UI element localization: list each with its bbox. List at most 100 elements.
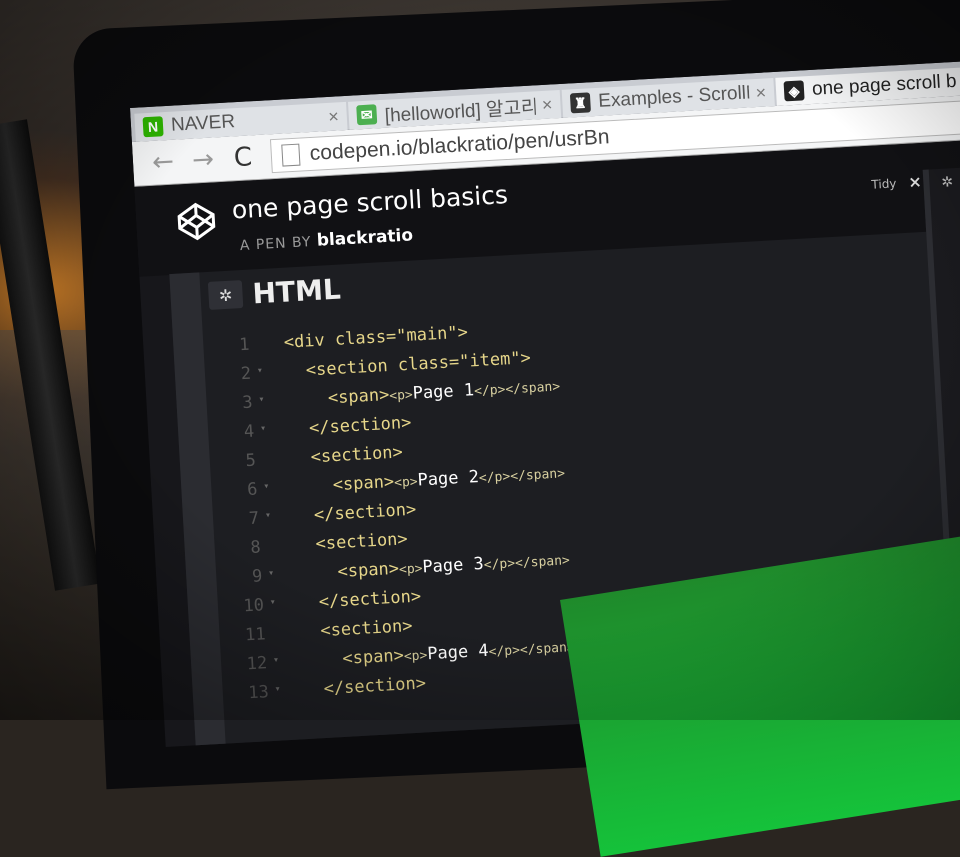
code-token: >: [457, 322, 469, 343]
editor-header: ✲ HTML: [207, 265, 342, 320]
address-text: codepen.io/blackratio/pen/usrBn: [309, 125, 611, 166]
code-token: </section>: [313, 499, 417, 525]
tab-close-icon[interactable]: ×: [328, 106, 340, 128]
byline-prefix: A PEN BY: [239, 234, 312, 255]
pen-title: one page scroll basics: [231, 180, 509, 225]
line-number-text: 8: [249, 536, 262, 558]
code-token: <section>: [315, 528, 409, 554]
settings-gear-icon[interactable]: ✲: [207, 280, 244, 310]
code-token: </span>: [509, 465, 566, 484]
tab-close-icon[interactable]: ×: [541, 94, 553, 116]
line-number: 12 ▾: [221, 652, 282, 675]
line-number: 10 ▾: [217, 594, 278, 617]
tab-close-icon[interactable]: ×: [755, 82, 767, 104]
code-token: <p>: [388, 387, 414, 404]
code-token: <p>: [393, 474, 419, 491]
naver-icon: N: [142, 116, 164, 138]
mail-icon: ✉: [356, 104, 378, 126]
code-token: </section>: [318, 586, 422, 612]
codepen-logo-icon[interactable]: [175, 200, 217, 242]
fold-arrow-icon[interactable]: ▾: [269, 596, 276, 607]
tab-label: one page scroll b: [811, 70, 958, 100]
code-token: <section: [305, 354, 399, 381]
code-token: <section>: [310, 441, 404, 467]
code-token: </p>: [488, 642, 521, 660]
code-text: <section>: [279, 616, 413, 643]
line-number-text: 4: [243, 421, 255, 442]
code-token: "item": [458, 348, 522, 372]
tidy-button[interactable]: Tidy: [871, 176, 897, 191]
close-icon[interactable]: ×: [908, 172, 922, 192]
code-token: <div: [283, 329, 336, 353]
line-number-text: 2: [240, 363, 252, 384]
code-token: Page 1: [412, 379, 475, 404]
css-settings-gear-icon[interactable]: ✲: [941, 174, 954, 191]
line-number-text: 13: [247, 681, 270, 703]
tab-label: Examples - ScrollM: [597, 82, 751, 112]
page-icon: [281, 143, 301, 167]
code-token: <span>: [332, 471, 395, 495]
line-number: 7 ▾: [213, 507, 274, 530]
fold-arrow-icon[interactable]: ▾: [274, 683, 281, 694]
line-number: 9 ▾: [216, 565, 277, 588]
code-token: <p>: [403, 647, 428, 665]
code-token: class=: [397, 351, 460, 375]
line-number-text: 5: [245, 450, 257, 471]
line-number: 13 ▾: [222, 681, 283, 704]
line-number-text: 9: [251, 565, 263, 587]
line-number-text: 1: [238, 334, 250, 355]
back-button[interactable]: ←: [142, 146, 184, 178]
code-token: <p>: [398, 560, 423, 578]
fold-arrow-icon[interactable]: ▾: [268, 567, 275, 578]
fold-arrow-icon[interactable]: ▾: [263, 480, 270, 491]
fold-arrow-icon[interactable]: ▾: [257, 365, 264, 376]
code-text: </section>: [268, 412, 412, 440]
line-number-text: 12: [246, 652, 268, 674]
code-token: <span>: [327, 384, 390, 408]
line-number-text: 3: [241, 392, 254, 413]
line-number: 3 ▾: [206, 391, 267, 414]
pen-byline: A PEN BY blackratio: [239, 225, 413, 255]
forward-button[interactable]: →: [182, 144, 224, 176]
line-number: 8: [214, 536, 275, 559]
code-token: </span>: [514, 552, 571, 571]
code-token: </p>: [483, 555, 516, 573]
code-text: <section>: [274, 529, 408, 556]
fold-arrow-icon[interactable]: ▾: [260, 422, 267, 433]
fold-arrow-icon[interactable]: ▾: [265, 509, 272, 520]
line-number: 11: [219, 623, 280, 646]
codepen-icon: ◈: [783, 80, 805, 102]
line-number: 2 ▾: [205, 362, 266, 385]
line-number-text: 11: [244, 623, 267, 645]
fold-arrow-icon[interactable]: ▾: [273, 654, 280, 665]
code-token: </section>: [323, 672, 427, 699]
code-token: "main": [395, 322, 459, 346]
hat-icon: ♜: [569, 92, 591, 114]
reload-button[interactable]: C: [222, 142, 264, 174]
code-text: </section>: [282, 673, 426, 701]
code-token: <span>: [337, 558, 400, 582]
tab-label: NAVER: [170, 111, 236, 136]
line-number: 5: [209, 449, 270, 472]
line-number: 1: [203, 333, 264, 356]
code-token: Page 4: [426, 640, 490, 664]
author-link[interactable]: blackratio: [316, 225, 413, 250]
fold-arrow-icon[interactable]: ▾: [258, 393, 265, 404]
line-number: 4 ▾: [208, 420, 269, 443]
code-text: <section>: [269, 442, 403, 469]
editor-title: HTML: [251, 272, 342, 310]
code-token: <section>: [319, 615, 413, 641]
line-number-text: 10: [242, 594, 265, 616]
code-token: class=: [334, 326, 397, 350]
code-token: </p>: [478, 468, 511, 486]
